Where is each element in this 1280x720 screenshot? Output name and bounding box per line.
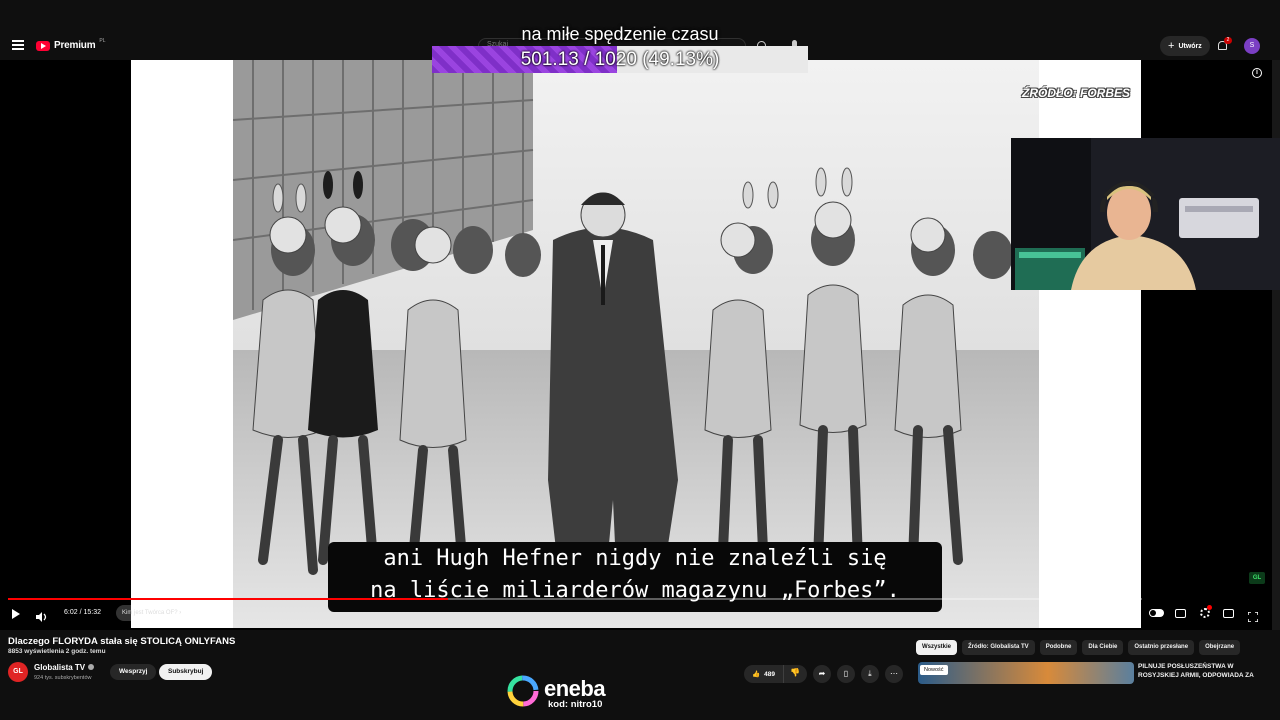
source-watermark: ŹRÓDŁO: FORBES: [1022, 86, 1130, 100]
recommendation-title[interactable]: PILNUJE POSŁUSZEŃSTWA W ROSYJSKIEJ ARMII…: [1138, 662, 1270, 680]
stream-overlay-title: na miłe spędzenie czasu: [521, 24, 719, 44]
subtitle-line-1: ani Hugh Hefner nigdy nie znaleźli się: [383, 546, 887, 571]
like-count: 489: [764, 670, 775, 678]
play-icon[interactable]: [12, 609, 20, 619]
chip-recent[interactable]: Ostatnio przesłane: [1128, 640, 1195, 655]
share-button[interactable]: ➦: [812, 665, 831, 683]
subscriber-count: 924 tys. subskrybentów: [34, 675, 92, 681]
chip-for-you[interactable]: Dla Ciebie: [1082, 640, 1124, 655]
thumbs-down-icon: 👎: [789, 668, 800, 677]
support-button[interactable]: Wesprzyj: [110, 664, 157, 680]
new-badge: Nowość: [920, 665, 948, 675]
verified-icon: [88, 664, 95, 670]
youtube-logo[interactable]: Premium PL: [36, 37, 106, 51]
chip-source[interactable]: Źródło: Globalista TV: [962, 640, 1035, 655]
more-icon: ⋯: [889, 669, 898, 678]
donation-goal-bar: 501.13 / 1020 (49.13%): [432, 46, 808, 73]
logo-region: PL: [99, 37, 106, 44]
chapter-button[interactable]: Kim jest Twórca OF? ›: [116, 605, 188, 621]
dislike-button[interactable]: 👎: [782, 665, 807, 683]
bookmark-icon: ▯: [843, 669, 849, 678]
download-icon: ⤓: [868, 669, 872, 678]
create-label: Utwórz: [1178, 42, 1202, 50]
more-actions-button[interactable]: ⋯: [884, 665, 903, 683]
eneba-logo-icon: [507, 675, 539, 707]
notifications-badge: 2: [1224, 37, 1232, 44]
download-button[interactable]: ⤓: [860, 665, 879, 683]
menu-icon[interactable]: [12, 40, 24, 50]
save-button[interactable]: ▯: [836, 665, 855, 683]
channel-name-text: Globalista TV: [34, 663, 86, 672]
recommendation-thumbnail[interactable]: [918, 662, 1134, 684]
donation-goal-text: 501.13 / 1020 (49.13%): [520, 49, 720, 70]
info-icon[interactable]: i: [1252, 68, 1262, 78]
volume-icon[interactable]: [36, 609, 48, 622]
subscribe-button[interactable]: Subskrybuj: [159, 664, 213, 680]
channel-name[interactable]: Globalista TV: [34, 663, 95, 672]
autoplay-toggle-icon[interactable]: [1149, 609, 1164, 617]
theater-mode-icon[interactable]: [1223, 609, 1234, 618]
streamer-webcam: [1011, 138, 1280, 290]
chip-watched[interactable]: Obejrzane: [1199, 640, 1241, 655]
channel-avatar[interactable]: GL: [8, 662, 28, 682]
progress-played: [8, 598, 448, 600]
account-avatar[interactable]: S: [1244, 38, 1260, 54]
plus-icon: +: [1168, 40, 1175, 52]
create-button[interactable]: + Utwórz: [1160, 36, 1210, 56]
youtube-play-icon: [36, 40, 50, 51]
share-icon: ➦: [818, 669, 826, 678]
chip-similar[interactable]: Podobne: [1039, 640, 1078, 655]
time-display: 6:02 / 15:32: [64, 609, 101, 616]
video-subtitles: ani Hugh Hefner nigdy nie znaleźli się n…: [328, 542, 942, 612]
chip-all[interactable]: Wszystkie: [916, 640, 958, 655]
video-title: Dlaczego FLORYDA stała się STOLICĄ ONLYF…: [8, 636, 236, 647]
video-meta: 8853 wyświetlenia 2 godz. temu: [8, 648, 106, 655]
recommendation-chips: Wszystkie Źródło: Globalista TV Podobne …: [916, 640, 1241, 655]
channel-watermark: GL: [1249, 572, 1265, 584]
sponsor-overlay: eneba kod: nitro10: [506, 672, 626, 716]
settings-hd-badge: [1207, 605, 1212, 610]
logo-text: Premium: [54, 40, 96, 51]
volume-glyph: [36, 612, 47, 622]
fullscreen-icon[interactable]: [1247, 609, 1259, 623]
like-button[interactable]: 👍 489: [744, 665, 783, 683]
thumbs-up-icon: 👍: [752, 671, 761, 678]
subtitles-icon[interactable]: [1175, 609, 1186, 618]
sponsor-code: kod: nitro10: [548, 699, 603, 710]
video-actions: 👍 489 👎 ➦ ▯ ⤓ ⋯: [744, 664, 903, 684]
fullscreen-glyph: [1247, 611, 1259, 623]
webcam-scene: [1011, 138, 1280, 290]
